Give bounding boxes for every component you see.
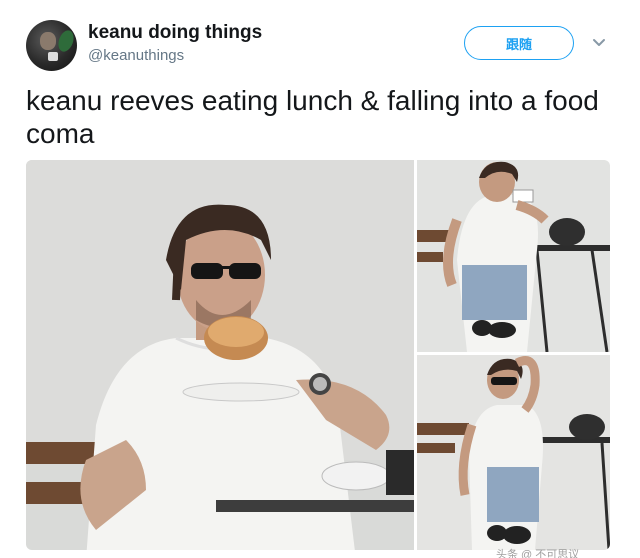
photo-eating-sandwich[interactable]: [26, 160, 414, 550]
user-handle[interactable]: @keanuthings: [88, 47, 184, 64]
display-name[interactable]: keanu doing things: [88, 22, 262, 44]
avatar-leaf-decoration: [55, 28, 77, 54]
photo-food-coma[interactable]: [417, 355, 610, 550]
follow-button[interactable]: 跟随: [464, 26, 574, 60]
tweet-media-grid: [26, 160, 610, 550]
tweet-card: keanu doing things @keanuthings 跟随 keanu…: [0, 0, 640, 558]
photo-drinking[interactable]: [417, 160, 610, 352]
avatar[interactable]: [26, 20, 77, 71]
avatar-cup: [48, 52, 58, 61]
follow-button-label: 跟随: [505, 36, 532, 52]
avatar-face: [40, 32, 56, 50]
tweet-text: keanu reeves eating lunch & falling into…: [26, 85, 599, 149]
chevron-down-icon[interactable]: [590, 34, 608, 52]
watermark: 头条 @ 不可思议: [496, 549, 580, 558]
